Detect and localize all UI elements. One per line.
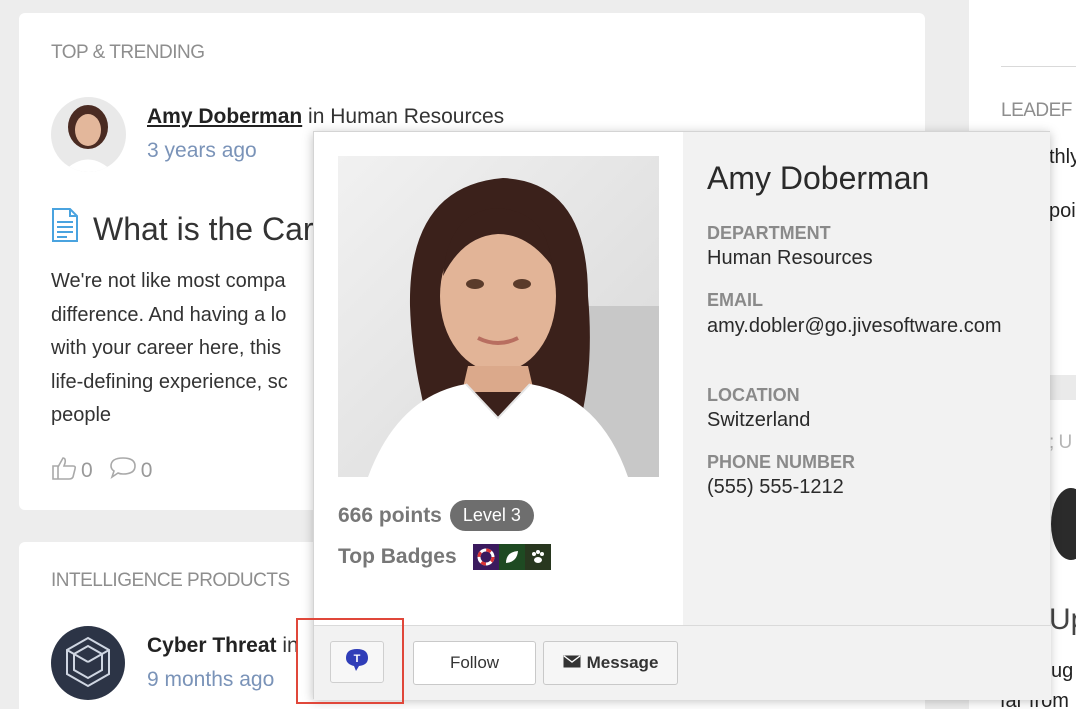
- comment-count: 0: [140, 459, 153, 482]
- leaf-badge-icon[interactable]: [498, 544, 525, 570]
- profile-name[interactable]: Amy Doberman: [707, 160, 929, 197]
- place-link[interactable]: Human Resources: [330, 105, 504, 128]
- level-badge: Level 3: [449, 500, 534, 531]
- follow-button[interactable]: Follow: [413, 641, 536, 685]
- points-text: 666 points: [338, 503, 442, 527]
- points-row: 666 points Level 3: [338, 500, 534, 531]
- comment-icon[interactable]: [109, 456, 137, 486]
- email-label: EMAIL: [707, 290, 763, 310]
- post-time-ago: 3 years ago: [147, 139, 257, 162]
- right-snippet-2: poi: [1049, 200, 1076, 222]
- post-title[interactable]: What is the Care: [51, 208, 331, 250]
- right-divider: [1001, 66, 1076, 67]
- right-snippet-3: ; U: [1049, 432, 1072, 453]
- envelope-icon: [563, 653, 581, 673]
- right-snippet-5: ug: [1051, 660, 1074, 682]
- lifebuoy-badge-icon[interactable]: [472, 544, 499, 570]
- reactions: 0 0: [51, 456, 152, 486]
- phone-value: (555) 555-1212: [707, 476, 844, 498]
- highlight-box: [296, 618, 404, 704]
- phone-label: PHONE NUMBER: [707, 452, 856, 472]
- top-badges-row: Top Badges: [338, 544, 551, 570]
- email-value[interactable]: amy.dobler@go.jivesoftware.com: [707, 314, 1037, 338]
- message-label: Message: [586, 653, 659, 672]
- author-avatar[interactable]: [51, 97, 126, 172]
- profile-hovercard: 666 points Level 3 Top Badges Amy Doberm…: [313, 131, 1051, 700]
- intel-time-ago: 9 months ago: [147, 668, 275, 691]
- post-title-text: What is the Care: [93, 210, 332, 247]
- in-text: in: [308, 105, 325, 128]
- like-icon[interactable]: [51, 456, 77, 486]
- section-label-intelligence: INTELLIGENCE PRODUCTS: [51, 570, 290, 591]
- department-label: DEPARTMENT: [707, 223, 831, 243]
- follow-label: Follow: [449, 653, 500, 672]
- author-line: Amy Doberman in Human Resources: [147, 105, 504, 129]
- message-button[interactable]: Message: [543, 641, 678, 685]
- paw-badge-icon[interactable]: [524, 544, 551, 570]
- location-label: LOCATION: [707, 385, 800, 405]
- top-badges-label: Top Badges: [338, 545, 457, 568]
- document-icon: [51, 208, 79, 250]
- leaderboard-label: LEADEF: [1001, 100, 1072, 121]
- author-name-link[interactable]: Amy Doberman: [147, 105, 302, 128]
- cyber-threat-avatar[interactable]: [51, 626, 125, 700]
- right-snippet-4: Up: [1049, 603, 1076, 636]
- cyber-threat-link[interactable]: Cyber Threat: [147, 634, 277, 657]
- hovercard-footer: T Follow Message: [314, 625, 1051, 700]
- right-snippet-1: thly: [1049, 146, 1076, 168]
- location-value: Switzerland: [707, 409, 811, 431]
- profile-photo[interactable]: [338, 156, 659, 477]
- profile-details-panel: Amy Doberman DEPARTMENT Human Resources …: [683, 132, 1050, 625]
- badge-strip: [472, 544, 551, 570]
- section-label-top-trending: TOP & TRENDING: [51, 42, 205, 63]
- like-count: 0: [81, 459, 93, 482]
- intel-author-line: Cyber Threat in: [147, 634, 299, 658]
- right-avatar[interactable]: [1051, 488, 1076, 560]
- department-value: Human Resources: [707, 247, 873, 269]
